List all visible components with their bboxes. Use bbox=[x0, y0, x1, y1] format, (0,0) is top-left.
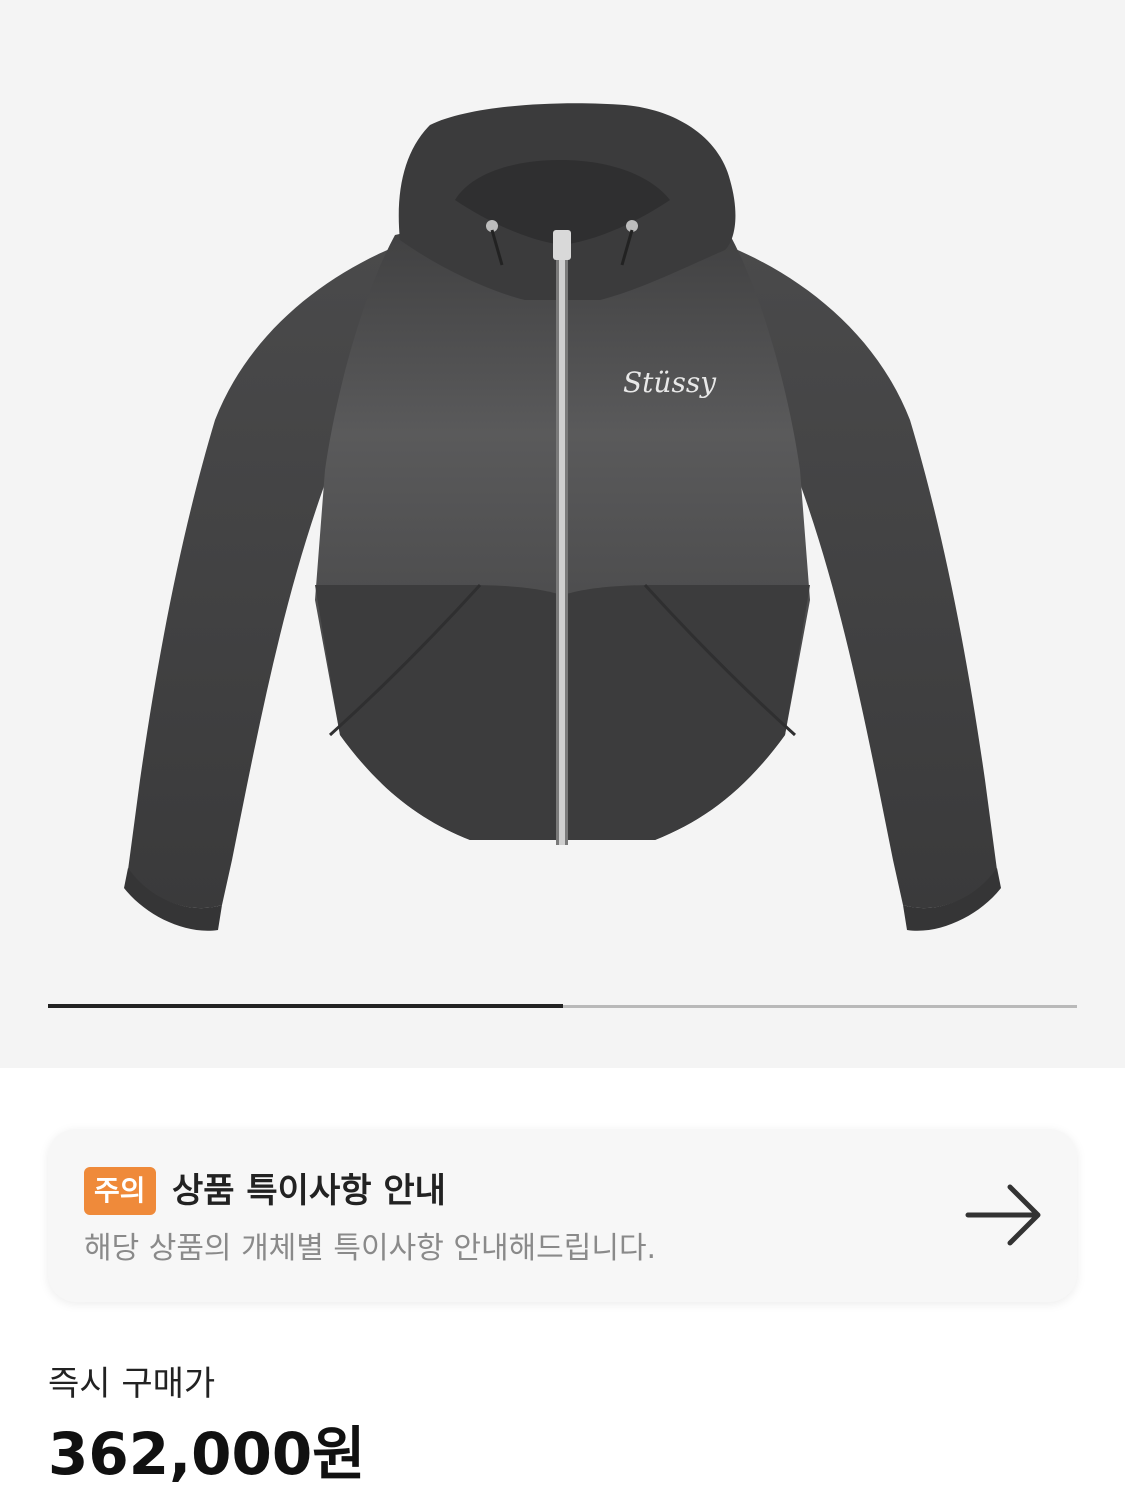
brand-logo: Stüssy bbox=[623, 366, 717, 399]
gallery-progress-bar bbox=[48, 1004, 1077, 1008]
product-image[interactable]: Stüssy bbox=[0, 0, 1125, 1000]
product-notice-card[interactable]: 주의 상품 특이사항 안내 해당 상품의 개체별 특이사항 안내해드립니다. bbox=[48, 1129, 1077, 1302]
zipper-pull bbox=[553, 230, 571, 260]
price-value: 362,000원 bbox=[48, 1420, 366, 1488]
price-label: 즉시 구매가 bbox=[48, 1364, 216, 1404]
notice-title: 상품 특이사항 안내 bbox=[172, 1171, 446, 1211]
warning-badge: 주의 bbox=[84, 1167, 156, 1215]
notice-description: 해당 상품의 개체별 특이사항 안내해드립니다. bbox=[84, 1231, 657, 1266]
lower-panel-right bbox=[563, 585, 810, 840]
arrow-right-icon[interactable] bbox=[964, 1181, 1046, 1249]
product-gallery[interactable]: Stüssy bbox=[0, 0, 1125, 1068]
gallery-progress-fill bbox=[48, 1004, 563, 1008]
lower-panel bbox=[315, 585, 562, 840]
